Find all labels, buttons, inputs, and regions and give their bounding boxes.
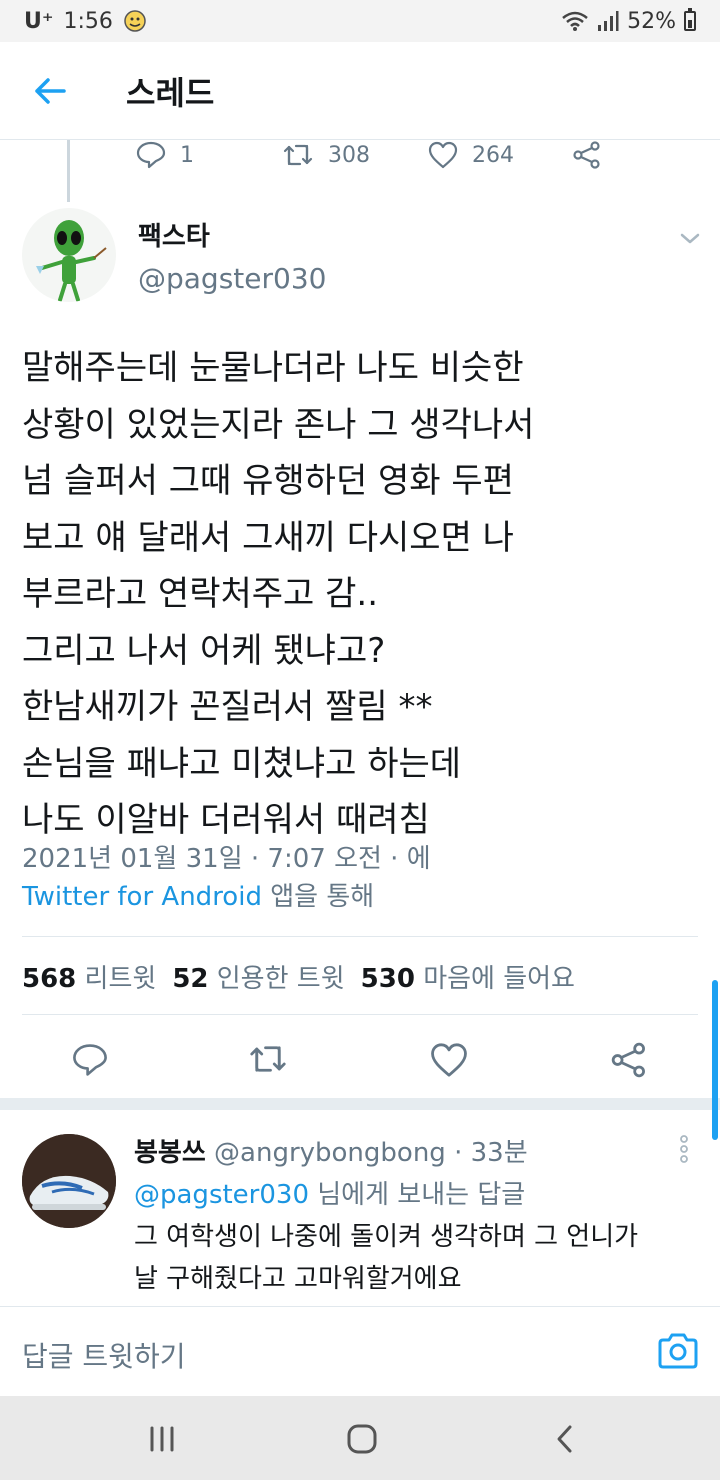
tweet-source: Twitter for Android 앱을 통해 xyxy=(22,876,374,913)
chevron-left-icon xyxy=(557,1425,572,1453)
app-header: 스레드 xyxy=(0,42,720,140)
quotes-label: 인용한 트윗 xyxy=(216,964,345,994)
section-separator xyxy=(0,1098,720,1110)
reply-author-name[interactable]: 봉봉쓰 xyxy=(134,1138,206,1168)
signal-icon xyxy=(598,11,619,31)
prev-like-button[interactable]: 264 xyxy=(428,140,514,170)
divider xyxy=(22,936,698,937)
sneaker-avatar-image xyxy=(22,1134,116,1228)
back-button[interactable] xyxy=(20,61,80,121)
source-app-link[interactable]: Twitter for Android xyxy=(22,882,262,912)
clock: 1:56 xyxy=(63,8,113,34)
reply-button[interactable] xyxy=(72,1042,112,1082)
system-navigation-bar xyxy=(0,1396,720,1480)
author-handle[interactable]: @pagster030 xyxy=(138,262,326,295)
recent-apps-button[interactable] xyxy=(142,1422,182,1456)
retweet-button[interactable] xyxy=(248,1042,288,1082)
chevron-down-icon xyxy=(680,233,700,244)
prev-reply-button[interactable]: 1 xyxy=(136,140,194,170)
notification-emoji-icon xyxy=(124,10,146,32)
tweet-action-bar xyxy=(0,1034,720,1104)
reply-to-line: @pagster030 님에게 보내는 답글 xyxy=(134,1174,525,1211)
battery-icon xyxy=(684,8,696,31)
reply-header: 봉봉쓰 @angrybongbong · 33분 xyxy=(134,1132,528,1169)
camera-icon xyxy=(658,1333,698,1369)
like-button[interactable] xyxy=(430,1042,470,1082)
retweets-stat[interactable]: 568 리트윗 xyxy=(22,958,156,995)
tweet-timestamp: 2021년 01월 31일 · 7:07 오전 · 에 xyxy=(22,844,431,874)
home-button[interactable] xyxy=(342,1422,382,1456)
prev-like-count: 264 xyxy=(472,142,514,168)
retweet-icon xyxy=(250,1046,286,1072)
quotes-stat[interactable]: 52 인용한 트윗 xyxy=(172,958,344,995)
home-icon xyxy=(347,1424,377,1454)
share-icon xyxy=(611,1042,645,1078)
recent-apps-icon xyxy=(150,1426,174,1452)
wifi-icon xyxy=(562,11,588,31)
prev-retweet-count: 308 xyxy=(328,142,370,168)
tweet-body-text: 말해주는데 눈물나더라 나도 비슷한 상황이 있었는지라 존나 그 생각나서 넘… xyxy=(22,348,535,840)
reply-author-handle[interactable]: @angrybongbong xyxy=(214,1138,446,1168)
reply-compose-bar: 답글 트윗하기 xyxy=(0,1306,720,1396)
like-icon xyxy=(428,141,458,169)
tweet-options-button[interactable] xyxy=(676,226,704,250)
author-avatar[interactable] xyxy=(22,208,116,302)
camera-button[interactable] xyxy=(656,1331,700,1371)
alien-avatar-image xyxy=(22,208,116,302)
reply-compose-input[interactable]: 답글 트윗하기 xyxy=(22,1335,185,1375)
likes-count: 530 xyxy=(360,964,415,994)
likes-label: 마음에 들어요 xyxy=(423,964,575,994)
back-arrow-icon xyxy=(35,77,66,104)
reply-options-button[interactable] xyxy=(676,1134,692,1164)
prev-share-button[interactable] xyxy=(572,140,602,170)
likes-stat[interactable]: 530 마음에 들어요 xyxy=(361,958,575,995)
tweet-stats: 568 리트윗 52 인용한 트윗 530 마음에 들어요 xyxy=(22,958,575,995)
divider xyxy=(22,1014,698,1015)
prev-retweet-button[interactable]: 308 xyxy=(282,140,370,170)
reply-avatar[interactable] xyxy=(22,1134,116,1228)
status-bar: U⁺ 1:56 52% xyxy=(0,0,720,42)
prev-reply-count: 1 xyxy=(180,142,194,168)
quotes-count: 52 xyxy=(172,964,209,994)
reply-mention-link[interactable]: @pagster030 xyxy=(134,1180,309,1210)
reply-to-suffix: 님에게 보내는 답글 xyxy=(309,1180,526,1210)
source-suffix: 앱을 통해 xyxy=(261,882,375,912)
reply-tweet[interactable]: 봉봉쓰 @angrybongbong · 33분 @pagster030 님에게… xyxy=(0,1110,720,1310)
page-title: 스레드 xyxy=(126,73,215,112)
retweet-icon xyxy=(283,144,313,166)
more-vertical-icon xyxy=(680,1135,688,1163)
reply-icon xyxy=(73,1044,107,1076)
reply-icon xyxy=(136,141,166,169)
retweets-count: 568 xyxy=(22,964,77,994)
system-back-button[interactable] xyxy=(546,1422,586,1456)
reply-body-text: 그 여학생이 나중에 돌이켜 생각하며 그 언니가 날 구해줬다고 고마워할거에… xyxy=(134,1222,639,1294)
carrier-label: U⁺ xyxy=(24,8,54,34)
share-icon xyxy=(573,141,600,169)
retweets-label: 리트윗 xyxy=(84,964,157,994)
share-button[interactable] xyxy=(610,1042,650,1082)
previous-tweet-actions: 1 308 264 xyxy=(0,140,720,190)
battery-percent: 52% xyxy=(627,8,676,34)
reply-time: · 33분 xyxy=(454,1138,528,1168)
scrollbar-thumb[interactable] xyxy=(712,980,718,1140)
like-icon xyxy=(431,1043,467,1077)
author-name[interactable]: 팩스타 xyxy=(138,216,210,253)
